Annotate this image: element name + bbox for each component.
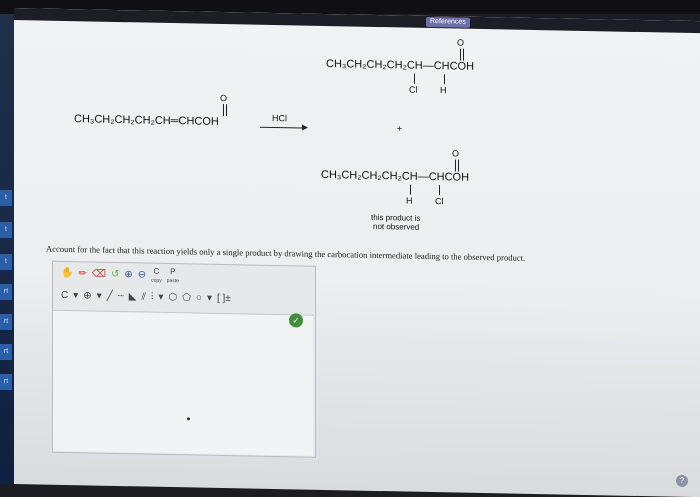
chevron-down-icon[interactable]: ▾	[158, 291, 163, 305]
single-bond-icon[interactable]: ╱	[107, 290, 113, 304]
product1-bond	[444, 74, 445, 85]
wedge-bond-icon[interactable]: ◣	[129, 290, 137, 304]
product1-bond	[414, 73, 415, 84]
charge-plus-icon[interactable]: ⊕	[83, 289, 91, 303]
product1-double-bond	[463, 48, 464, 61]
double-bond-icon[interactable]: ⫽	[141, 290, 145, 304]
paste-letter: P	[170, 266, 176, 276]
reactant-carbonyl-oxygen: O	[220, 92, 228, 104]
product1-substituent-cl: Cl	[409, 84, 418, 95]
copy-caption: copy	[151, 277, 162, 284]
product2-formula: CH₃CH₂CH₂CH₂CH—CHCOH	[321, 168, 470, 184]
editor-toolbar-bottom: C ▾ ⊕ ▾ ╱ ┈ ◣ ⫽ ⫶ ▾ ⬡ ⬠ ○ ▾ [ ]±	[53, 286, 315, 311]
reaction-arrow	[260, 126, 302, 129]
drawing-canvas[interactable]: ✓	[53, 309, 313, 456]
structure-editor: ✋ ✏ ⌫ ↺ ⊕ ⊖ C copy P paste C ▾ ⊕ ▾ ╱ ┈ ◣…	[52, 260, 316, 458]
not-observed-note: this product is not observed	[371, 213, 420, 232]
dotted-bond-icon[interactable]: ┈	[118, 290, 124, 304]
chevron-down-icon[interactable]: ▾	[207, 292, 212, 306]
product1-double-bond	[460, 48, 461, 61]
paste-caption: paste	[166, 277, 179, 284]
lasso-tool-icon[interactable]: ↺	[111, 268, 119, 282]
circle-ring-icon[interactable]: ○	[196, 291, 202, 305]
editor-toolbar-top: ✋ ✏ ⌫ ↺ ⊕ ⊖ C copy P paste	[53, 264, 315, 289]
left-navigation-strip: t t t rt rt rt rt	[0, 14, 14, 484]
reactant-formula: CH₃CH₂CH₂CH₂CH═CHCOH	[74, 113, 219, 128]
pentagon-ring-icon[interactable]: ⬠	[182, 291, 191, 305]
product2-substituent-cl: Cl	[435, 196, 444, 207]
triple-bond-icon[interactable]: ⫶	[151, 291, 154, 305]
pencil-tool-icon[interactable]: ✏	[78, 267, 86, 281]
canvas-dot	[187, 417, 190, 421]
side-tab[interactable]: rt	[0, 314, 12, 330]
copy-button[interactable]: C copy	[151, 266, 162, 284]
plus-sign: +	[397, 123, 403, 134]
note-line: not observed	[373, 221, 420, 232]
side-tab[interactable]: t	[0, 222, 12, 238]
product1-carbonyl-oxygen: O	[457, 37, 465, 48]
carbon-atom-button[interactable]: C	[61, 289, 68, 303]
product2-bond	[410, 184, 411, 195]
chevron-down-icon[interactable]: ▾	[97, 290, 102, 304]
side-tab[interactable]: rt	[0, 344, 12, 360]
product2-double-bond	[455, 159, 456, 172]
reaction-arrow-head	[302, 124, 308, 131]
product1-formula: CH₃CH₂CH₂CH₂CH—CHCOH	[326, 57, 475, 73]
check-icon: ✓	[289, 313, 303, 328]
product1-substituent-h: H	[440, 85, 447, 96]
reactant-double-bond	[226, 104, 227, 117]
zoom-in-icon[interactable]: ⊕	[124, 268, 132, 282]
hexagon-ring-icon[interactable]: ⬡	[168, 291, 177, 305]
references-link[interactable]: References	[426, 16, 470, 28]
help-icon[interactable]: ?	[676, 474, 688, 487]
product2-carbonyl-oxygen: O	[452, 148, 460, 159]
copy-letter: C	[153, 266, 160, 276]
chevron-down-icon[interactable]: ▾	[73, 289, 78, 303]
zoom-out-icon[interactable]: ⊖	[138, 268, 146, 282]
bracket-charge-icon[interactable]: [ ]±	[217, 292, 231, 306]
hand-tool-icon[interactable]: ✋	[61, 267, 73, 281]
product2-substituent-h: H	[406, 195, 413, 206]
side-tab[interactable]: t	[0, 190, 12, 206]
product2-bond	[439, 185, 440, 196]
reagent-label: HCl	[272, 112, 287, 124]
paste-button[interactable]: P paste	[166, 266, 179, 284]
side-tab[interactable]: rt	[0, 374, 12, 390]
product2-double-bond	[458, 159, 459, 172]
side-tab[interactable]: t	[0, 254, 12, 270]
question-screen: References O CH₃CH₂CH₂CH₂CH═CHCOH HCl O …	[14, 8, 700, 497]
side-tab[interactable]: rt	[0, 284, 12, 300]
reactant-double-bond	[223, 104, 224, 117]
eraser-tool-icon[interactable]: ⌫	[92, 267, 106, 281]
